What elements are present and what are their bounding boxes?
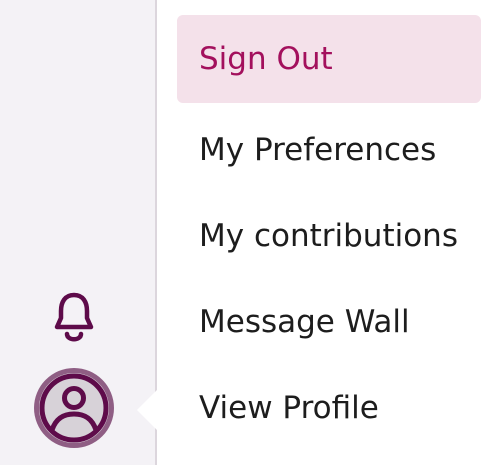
menu-item-sign-out[interactable]: Sign Out xyxy=(177,15,481,103)
menu-pointer xyxy=(137,390,157,430)
menu-item-view-profile[interactable]: View Profile xyxy=(177,364,481,452)
menu-item-message-wall[interactable]: Message Wall xyxy=(177,278,481,366)
avatar-graphic xyxy=(34,368,114,448)
bell-icon-graphic xyxy=(54,292,94,342)
menu-item-label: Sign Out xyxy=(199,41,333,77)
menu-item-my-preferences[interactable]: My Preferences xyxy=(177,106,481,194)
menu-item-label: View Profile xyxy=(199,390,379,426)
menu-item-my-contributions[interactable]: My contributions xyxy=(177,192,481,280)
user-avatar-icon[interactable] xyxy=(32,366,116,450)
menu-item-label: Message Wall xyxy=(199,304,410,340)
menu-item-label: My Preferences xyxy=(199,132,437,168)
bell-icon[interactable] xyxy=(50,288,98,346)
menu-item-label: My contributions xyxy=(199,218,458,254)
